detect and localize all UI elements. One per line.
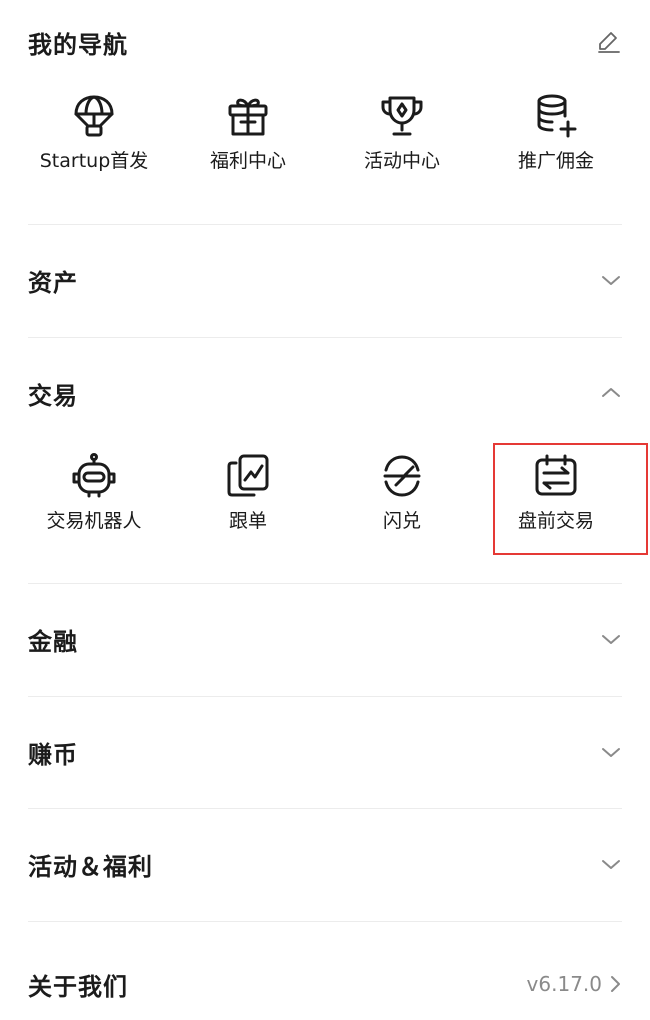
chevron-down-icon <box>600 269 622 291</box>
nav-item-activity[interactable]: 活动中心 <box>325 92 479 173</box>
trophy-icon <box>378 92 426 140</box>
nav-item-label: 福利中心 <box>209 150 286 172</box>
edit-icon[interactable] <box>596 28 622 54</box>
divider <box>28 583 622 584</box>
divider <box>28 224 622 225</box>
nav-item-welfare[interactable]: 福利中心 <box>171 92 325 173</box>
about-title: 关于我们 <box>28 972 128 1001</box>
trade-item-label: 交易机器人 <box>46 510 142 532</box>
section-events[interactable]: 活动＆福利 <box>28 842 622 886</box>
section-title-earn: 赚币 <box>28 740 78 769</box>
swap-icon <box>378 452 426 500</box>
chevron-down-icon <box>600 741 622 763</box>
chevron-down-icon <box>600 853 622 875</box>
nav-item-label: 推广佣金 <box>517 150 594 172</box>
section-title-events: 活动＆福利 <box>28 852 153 881</box>
section-title-finance: 金融 <box>28 627 78 656</box>
chevron-down-icon <box>600 628 622 650</box>
section-title-trade: 交易 <box>28 381 78 410</box>
trade-item-swap[interactable]: 闪兑 <box>325 452 479 533</box>
section-finance[interactable]: 金融 <box>28 617 622 661</box>
robot-icon <box>70 452 118 500</box>
divider <box>28 337 622 338</box>
highlight-box <box>493 443 648 555</box>
trade-item-label: 闪兑 <box>382 510 421 532</box>
parachute-icon <box>70 92 118 140</box>
coins-plus-icon <box>532 92 580 140</box>
section-title-assets: 资产 <box>28 268 78 297</box>
divider <box>28 808 622 809</box>
chevron-up-icon <box>600 382 622 404</box>
copy-trade-icon <box>224 452 272 500</box>
trade-item-label: 跟单 <box>228 510 267 532</box>
trade-item-bot[interactable]: 交易机器人 <box>17 452 171 533</box>
nav-grid: Startup首发 福利中心 活动中心 推广佣金 <box>0 92 650 173</box>
section-assets[interactable]: 资产 <box>28 258 622 302</box>
nav-item-label: Startup首发 <box>39 150 149 172</box>
section-trade[interactable]: 交易 <box>28 371 622 415</box>
chevron-right-icon <box>608 973 622 995</box>
nav-item-label: 活动中心 <box>363 150 440 172</box>
about-row[interactable]: 关于我们 v6.17.0 <box>28 962 622 1006</box>
divider <box>28 696 622 697</box>
divider <box>28 921 622 922</box>
gift-icon <box>224 92 272 140</box>
version-text: v6.17.0 <box>526 972 602 996</box>
nav-item-referral[interactable]: 推广佣金 <box>479 92 633 173</box>
nav-item-startup[interactable]: Startup首发 <box>17 92 171 173</box>
version-info: v6.17.0 <box>527 972 622 996</box>
nav-header: 我的导航 <box>28 22 622 62</box>
trade-item-copy[interactable]: 跟单 <box>171 452 325 533</box>
nav-title: 我的导航 <box>28 30 128 59</box>
section-earn[interactable]: 赚币 <box>28 730 622 774</box>
